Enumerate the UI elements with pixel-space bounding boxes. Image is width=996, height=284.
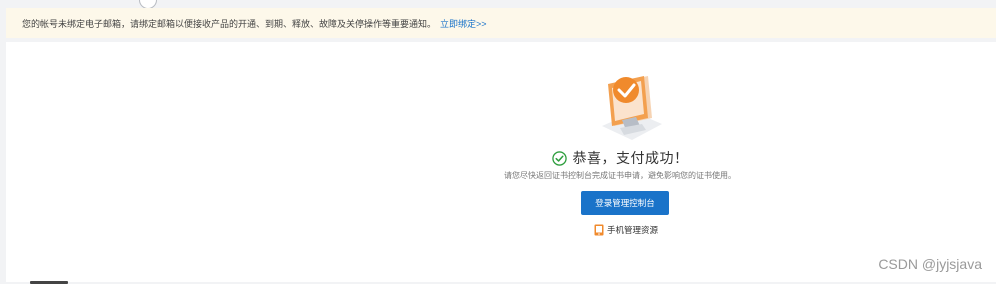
email-notice-bar: 您的帐号未绑定电子邮箱，请绑定邮箱以便接收产品的开通、到期、释放、故障及关停操作…	[6, 8, 996, 38]
notice-text: 您的帐号未绑定电子邮箱，请绑定邮箱以便接收产品的开通、到期、释放、故障及关停操作…	[22, 18, 437, 29]
login-console-button[interactable]: 登录管理控制台	[581, 191, 669, 215]
result-card: 恭喜，支付成功！ 请您尽快返回证书控制台完成证书申请，避免影响您的证书使用。 登…	[6, 42, 996, 284]
bind-now-link[interactable]: 立即绑定>>	[440, 17, 487, 30]
cut-off-text	[30, 278, 68, 284]
mobile-manage-link[interactable]: 手机管理资源	[594, 224, 658, 236]
top-strip	[0, 0, 996, 9]
csdn-watermark: CSDN @jyjsjava	[878, 256, 982, 272]
success-title: 恭喜，支付成功！	[572, 150, 689, 166]
success-check-icon	[551, 150, 567, 166]
success-subtitle: 请您尽快返回证书控制台完成证书申请，避免影响您的证书使用。	[504, 171, 736, 180]
mobile-manage-label: 手机管理资源	[607, 225, 659, 235]
monitor-illustration	[602, 76, 662, 140]
mobile-icon	[594, 224, 604, 236]
success-heading: 恭喜，支付成功！	[6, 148, 996, 168]
